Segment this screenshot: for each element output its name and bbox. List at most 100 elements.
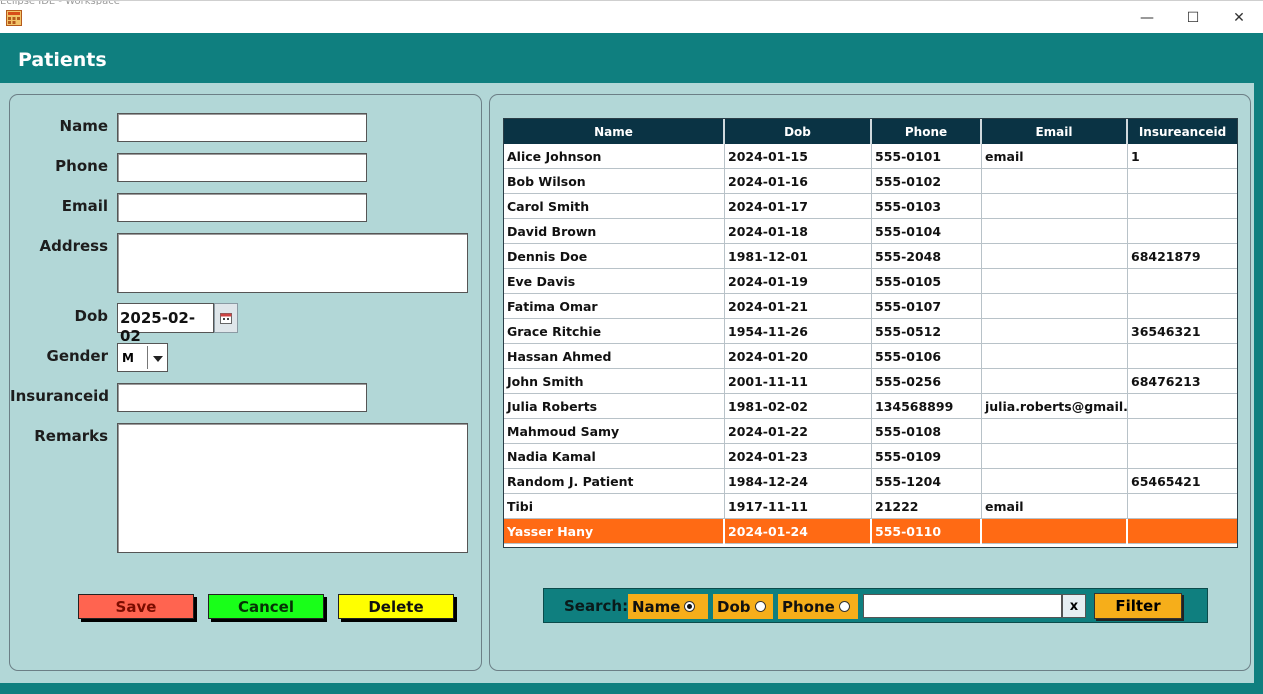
cell-email[interactable] bbox=[982, 194, 1128, 219]
address-field[interactable] bbox=[117, 233, 468, 293]
cell-dob[interactable]: 2024-01-24 bbox=[725, 519, 872, 544]
cell-phone[interactable]: 555-0104 bbox=[872, 219, 982, 244]
cell-insurance[interactable] bbox=[1128, 194, 1237, 219]
table-row[interactable]: David Brown 2024-01-18 555-0104 bbox=[504, 219, 1237, 244]
table-row[interactable]: Random J. Patient 1984-12-24 555-1204 6546… bbox=[504, 469, 1237, 494]
cell-email[interactable] bbox=[982, 169, 1128, 194]
table-row[interactable]: Eve Davis 2024-01-19 555-0105 bbox=[504, 269, 1237, 294]
cell-phone[interactable]: 555-0103 bbox=[872, 194, 982, 219]
table-row[interactable]: Carol Smith 2024-01-17 555-0103 bbox=[504, 194, 1237, 219]
cell-name[interactable]: Mahmoud Samy bbox=[504, 419, 725, 444]
cell-dob[interactable]: 1981-12-01 bbox=[725, 244, 872, 269]
table-row[interactable]: Alice Johnson 2024-01-15 555-0101 email 1 bbox=[504, 144, 1237, 169]
cell-insurance[interactable] bbox=[1128, 519, 1237, 544]
cell-insurance[interactable] bbox=[1128, 444, 1237, 469]
cell-insurance[interactable] bbox=[1128, 294, 1237, 319]
search-option-name[interactable]: Name bbox=[628, 594, 708, 619]
radio-icon[interactable] bbox=[754, 601, 766, 612]
column-header-dob[interactable]: Dob bbox=[725, 119, 872, 144]
column-header-insurance[interactable]: Insureanceid bbox=[1128, 119, 1237, 144]
filter-button[interactable]: Filter bbox=[1094, 593, 1182, 619]
cell-dob[interactable]: 2024-01-17 bbox=[725, 194, 872, 219]
cell-name[interactable]: John Smith bbox=[504, 369, 725, 394]
cell-phone[interactable]: 21222 bbox=[872, 494, 982, 519]
cell-email[interactable] bbox=[982, 344, 1128, 369]
search-option-dob[interactable]: Dob bbox=[713, 594, 773, 619]
patients-table[interactable]: Name Dob Phone Email Insureanceid Alice … bbox=[503, 118, 1238, 548]
gender-select[interactable]: M bbox=[117, 343, 168, 372]
column-header-email[interactable]: Email bbox=[982, 119, 1128, 144]
cell-phone[interactable]: 134568899 bbox=[872, 394, 982, 419]
column-header-name[interactable]: Name bbox=[504, 119, 725, 144]
cell-email[interactable] bbox=[982, 519, 1128, 544]
table-row[interactable]: Nadia Kamal 2024-01-23 555-0109 bbox=[504, 444, 1237, 469]
cell-name[interactable]: Julia Roberts bbox=[504, 394, 725, 419]
search-option-phone[interactable]: Phone bbox=[778, 594, 858, 619]
cell-name[interactable]: Alice Johnson bbox=[504, 144, 725, 169]
table-row[interactable]: Grace Ritchie 1954-11-26 555-0512 36546321 bbox=[504, 319, 1237, 344]
cell-insurance[interactable]: 36546321 bbox=[1128, 319, 1237, 344]
date-picker-button[interactable] bbox=[214, 303, 238, 333]
insurance-field[interactable] bbox=[117, 383, 367, 412]
cell-email[interactable] bbox=[982, 469, 1128, 494]
cell-dob[interactable]: 2024-01-22 bbox=[725, 419, 872, 444]
cell-phone[interactable]: 555-0256 bbox=[872, 369, 982, 394]
maximize-button[interactable]: ☐ bbox=[1170, 1, 1216, 34]
cell-insurance[interactable] bbox=[1128, 169, 1237, 194]
cell-dob[interactable]: 2024-01-19 bbox=[725, 269, 872, 294]
cancel-button[interactable]: Cancel bbox=[208, 594, 324, 619]
cell-insurance[interactable]: 68476213 bbox=[1128, 369, 1237, 394]
cell-name[interactable]: Dennis Doe bbox=[504, 244, 725, 269]
cell-dob[interactable]: 1954-11-26 bbox=[725, 319, 872, 344]
cell-dob[interactable]: 2024-01-16 bbox=[725, 169, 872, 194]
table-row[interactable]: Bob Wilson 2024-01-16 555-0102 bbox=[504, 169, 1237, 194]
cell-phone[interactable]: 555-1204 bbox=[872, 469, 982, 494]
cell-email[interactable] bbox=[982, 219, 1128, 244]
remarks-field[interactable] bbox=[117, 423, 468, 553]
radio-icon[interactable] bbox=[838, 601, 850, 612]
cell-phone[interactable]: 555-0105 bbox=[872, 269, 982, 294]
table-row[interactable]: Yasser Hany 2024-01-24 555-0110 bbox=[504, 519, 1237, 544]
cell-insurance[interactable]: 1 bbox=[1128, 144, 1237, 169]
cell-email[interactable] bbox=[982, 269, 1128, 294]
cell-phone[interactable]: 555-0102 bbox=[872, 169, 982, 194]
phone-field[interactable] bbox=[117, 153, 367, 182]
table-row[interactable]: Julia Roberts 1981-02-02 134568899 julia.ro… bbox=[504, 394, 1237, 419]
cell-email[interactable] bbox=[982, 419, 1128, 444]
search-input[interactable] bbox=[863, 594, 1062, 618]
cell-insurance[interactable]: 68421879 bbox=[1128, 244, 1237, 269]
cell-name[interactable]: Grace Ritchie bbox=[504, 319, 725, 344]
table-row[interactable]: Mahmoud Samy 2024-01-22 555-0108 bbox=[504, 419, 1237, 444]
table-row[interactable]: Tibi 1917-11-11 21222 email bbox=[504, 494, 1237, 519]
cell-dob[interactable]: 1984-12-24 bbox=[725, 469, 872, 494]
cell-name[interactable]: Eve Davis bbox=[504, 269, 725, 294]
cell-dob[interactable]: 1981-02-02 bbox=[725, 394, 872, 419]
cell-insurance[interactable] bbox=[1128, 219, 1237, 244]
cell-name[interactable]: Bob Wilson bbox=[504, 169, 725, 194]
cell-insurance[interactable] bbox=[1128, 419, 1237, 444]
table-row[interactable]: Fatima Omar 2024-01-21 555-0107 bbox=[504, 294, 1237, 319]
cell-insurance[interactable] bbox=[1128, 269, 1237, 294]
cell-phone[interactable]: 555-0107 bbox=[872, 294, 982, 319]
minimize-button[interactable]: — bbox=[1124, 1, 1170, 34]
cell-dob[interactable]: 2024-01-23 bbox=[725, 444, 872, 469]
cell-email[interactable] bbox=[982, 369, 1128, 394]
cell-dob[interactable]: 2024-01-18 bbox=[725, 219, 872, 244]
save-button[interactable]: Save bbox=[78, 594, 194, 619]
dob-field[interactable]: 2025-02-02 bbox=[117, 303, 214, 345]
cell-dob[interactable]: 2024-01-20 bbox=[725, 344, 872, 369]
cell-email[interactable]: email bbox=[982, 144, 1128, 169]
cell-email[interactable] bbox=[982, 444, 1128, 469]
cell-name[interactable]: Carol Smith bbox=[504, 194, 725, 219]
clear-search-button[interactable]: x bbox=[1062, 594, 1086, 618]
column-header-phone[interactable]: Phone bbox=[872, 119, 982, 144]
cell-dob[interactable]: 2024-01-15 bbox=[725, 144, 872, 169]
cell-phone[interactable]: 555-2048 bbox=[872, 244, 982, 269]
cell-name[interactable]: Tibi bbox=[504, 494, 725, 519]
cell-insurance[interactable] bbox=[1128, 394, 1237, 419]
table-row[interactable]: Dennis Doe 1981-12-01 555-2048 68421879 bbox=[504, 244, 1237, 269]
cell-insurance[interactable] bbox=[1128, 494, 1237, 519]
cell-name[interactable]: Random J. Patient bbox=[504, 469, 725, 494]
cell-name[interactable]: Nadia Kamal bbox=[504, 444, 725, 469]
cell-phone[interactable]: 555-0106 bbox=[872, 344, 982, 369]
